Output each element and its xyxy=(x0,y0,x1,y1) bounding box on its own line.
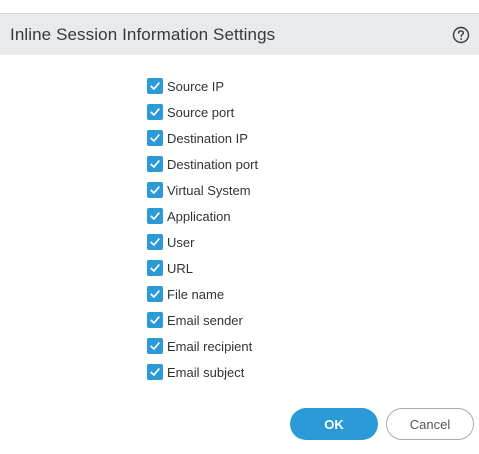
option-label: Email sender xyxy=(167,312,243,328)
cancel-button[interactable]: Cancel xyxy=(386,408,474,440)
checkmark-icon xyxy=(150,264,160,272)
question-circle-icon[interactable] xyxy=(452,26,470,44)
checkmark-icon xyxy=(150,368,160,376)
checkbox[interactable] xyxy=(147,286,163,302)
checkbox[interactable] xyxy=(147,338,163,354)
checkmark-icon xyxy=(150,290,160,298)
checkmark-icon xyxy=(150,82,160,90)
checkbox[interactable] xyxy=(147,78,163,94)
dialog-title: Inline Session Information Settings xyxy=(10,24,276,44)
checkmark-icon xyxy=(150,316,160,324)
checkbox[interactable] xyxy=(147,364,163,380)
option-label: Source port xyxy=(167,104,235,120)
checkbox[interactable] xyxy=(147,260,163,276)
checkmark-icon xyxy=(150,212,160,220)
option-row[interactable]: Email recipient xyxy=(147,333,347,359)
option-row[interactable]: Virtual System xyxy=(147,177,347,203)
checkbox[interactable] xyxy=(147,156,163,172)
option-row[interactable]: Destination port xyxy=(147,151,347,177)
option-row[interactable]: File name xyxy=(147,281,347,307)
option-label: Destination port xyxy=(167,156,259,172)
checkbox[interactable] xyxy=(147,312,163,328)
checkmark-icon xyxy=(150,108,160,116)
checkmark-icon xyxy=(150,238,160,246)
option-label: Email subject xyxy=(167,364,245,380)
checkmark-icon xyxy=(150,134,160,142)
option-row[interactable]: Source port xyxy=(147,99,347,125)
option-row[interactable]: URL xyxy=(147,255,347,281)
option-row[interactable]: Email subject xyxy=(147,359,347,385)
checkbox[interactable] xyxy=(147,104,163,120)
option-row[interactable]: Source IP xyxy=(147,73,347,99)
dialog-title-bar: Inline Session Information Settings xyxy=(0,13,479,55)
checkbox[interactable] xyxy=(147,208,163,224)
ok-button[interactable]: OK xyxy=(290,408,378,440)
option-label: URL xyxy=(167,260,194,276)
inline-session-settings-dialog: Inline Session Information Settings Sour… xyxy=(0,0,479,454)
option-row[interactable]: Application xyxy=(147,203,347,229)
checkmark-icon xyxy=(150,160,160,168)
session-info-options: Source IP Source port Destination IP Destin… xyxy=(147,73,347,385)
option-label: Destination IP xyxy=(167,130,248,146)
option-row[interactable]: User xyxy=(147,229,347,255)
option-label: Email recipient xyxy=(167,338,253,354)
option-label: File name xyxy=(167,286,225,302)
option-label: Source IP xyxy=(167,78,225,94)
checkbox[interactable] xyxy=(147,182,163,198)
option-label: User xyxy=(167,234,195,250)
option-row[interactable]: Email sender xyxy=(147,307,347,333)
checkbox[interactable] xyxy=(147,130,163,146)
option-row[interactable]: Destination IP xyxy=(147,125,347,151)
option-label: Application xyxy=(167,208,231,224)
checkmark-icon xyxy=(150,342,160,350)
checkbox[interactable] xyxy=(147,234,163,250)
option-label: Virtual System xyxy=(167,182,251,198)
checkmark-icon xyxy=(150,186,160,194)
